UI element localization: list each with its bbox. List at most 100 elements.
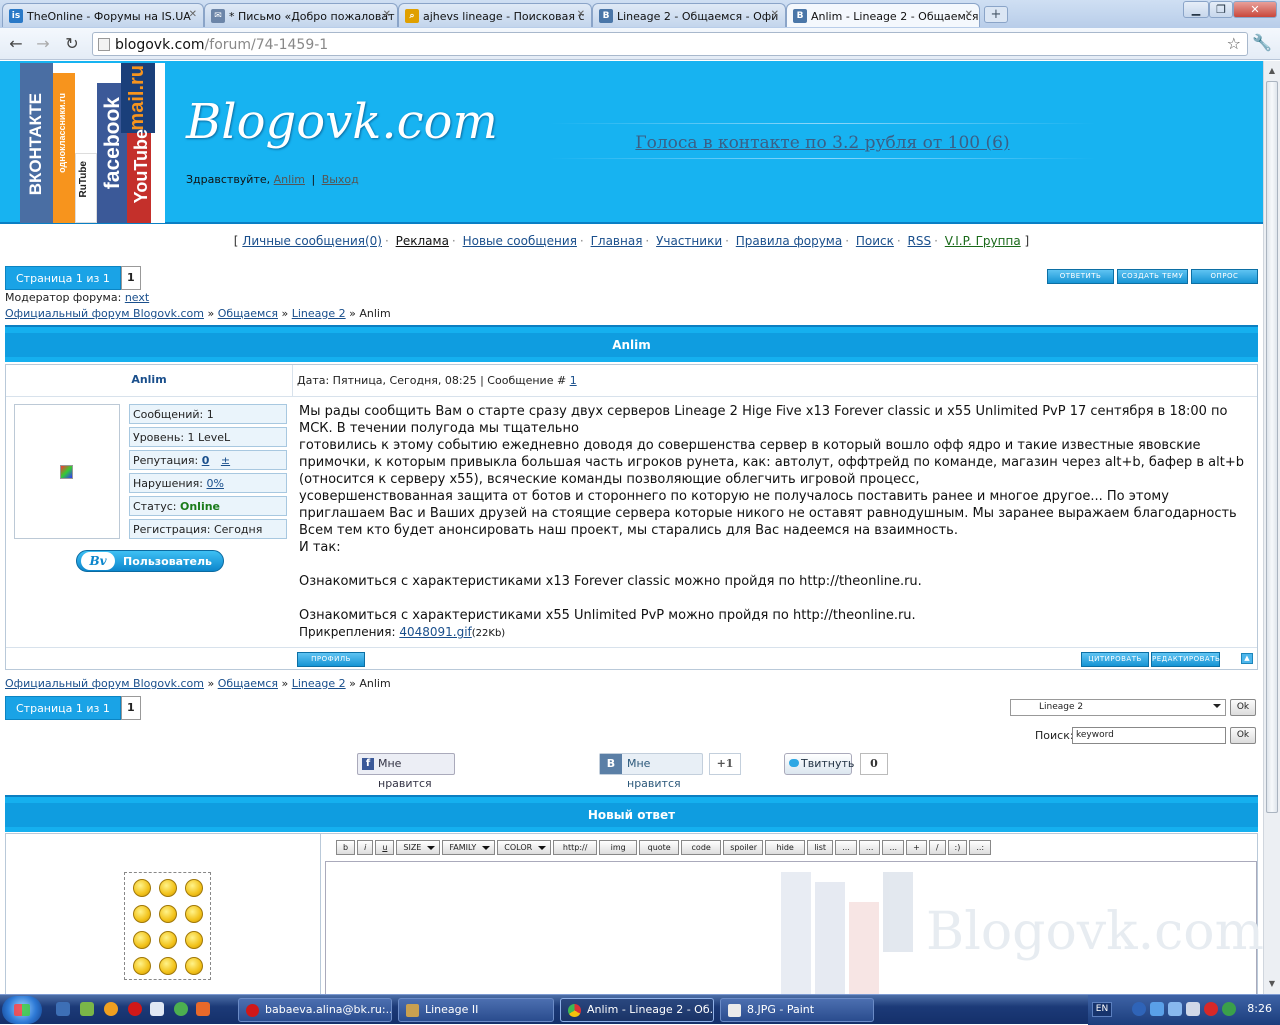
breadcrumb-forum[interactable]: Официальный форум Blogovk.com bbox=[5, 307, 204, 320]
quote-tag-button[interactable]: quote bbox=[639, 840, 680, 855]
moderator-link[interactable]: next bbox=[125, 291, 149, 304]
close-tab-icon[interactable]: ✕ bbox=[189, 9, 197, 20]
ad-banner-link[interactable]: Голоса в контакте по 3.2 рубля от 100 (6… bbox=[635, 133, 1009, 153]
tray-icon[interactable] bbox=[1222, 1002, 1236, 1016]
spoiler-button[interactable]: spoiler bbox=[723, 840, 764, 855]
breadcrumb-subforum[interactable]: Lineage 2 bbox=[292, 677, 346, 690]
search-ok-button[interactable]: Ok bbox=[1230, 727, 1256, 744]
quicklaunch-icon[interactable] bbox=[56, 1002, 70, 1016]
post-author[interactable]: Anlim bbox=[6, 365, 293, 397]
forward-icon[interactable]: → bbox=[32, 33, 54, 55]
back-icon[interactable]: ← bbox=[5, 33, 27, 55]
quicklaunch-icon[interactable] bbox=[104, 1002, 118, 1016]
wrench-icon[interactable]: 🔧 bbox=[1252, 33, 1272, 52]
profile-button[interactable]: ПРОФИЛЬ bbox=[297, 652, 365, 667]
underline-button[interactable]: u bbox=[375, 840, 395, 855]
breadcrumb-forum[interactable]: Официальный форум Blogovk.com bbox=[5, 677, 204, 690]
minimize-button[interactable]: ▁ bbox=[1183, 1, 1209, 18]
tweet-button[interactable]: Твитнуть bbox=[784, 753, 854, 775]
attachment-link[interactable]: 4048091.gif bbox=[399, 625, 471, 639]
nav-rules[interactable]: Правила форума bbox=[736, 234, 842, 248]
task-opera-mail[interactable]: babaeva.alina@bk.ru:... bbox=[238, 998, 392, 1022]
nav-vip-group[interactable]: V.I.P. Группа bbox=[945, 234, 1021, 248]
misc-button[interactable]: ..: bbox=[969, 840, 992, 855]
address-bar[interactable]: blogovk.com/forum/74-1459-1 ☆ bbox=[92, 32, 1248, 56]
reload-icon[interactable]: ↻ bbox=[61, 33, 83, 55]
more-button[interactable]: ... bbox=[835, 840, 857, 855]
reply-button[interactable]: ОТВЕТИТЬ bbox=[1047, 269, 1114, 284]
more-button[interactable]: ... bbox=[858, 840, 881, 855]
language-indicator[interactable]: EN bbox=[1092, 1002, 1112, 1017]
scroll-to-top-icon[interactable]: ▲ bbox=[1241, 653, 1253, 664]
hide-button[interactable]: hide bbox=[765, 840, 806, 855]
color-dropdown[interactable]: COLOR bbox=[497, 840, 552, 855]
poll-button[interactable]: ОПРОС bbox=[1191, 269, 1258, 284]
violations-link[interactable]: 0% bbox=[207, 477, 224, 490]
nav-home[interactable]: Главная bbox=[591, 234, 643, 248]
tab-anlim[interactable]: В Anlim - Lineage 2 - Общаемся ✕ bbox=[786, 3, 980, 27]
quicklaunch-icon[interactable] bbox=[80, 1002, 94, 1016]
breadcrumb-category[interactable]: Общаемся bbox=[218, 307, 278, 320]
plus-button[interactable]: + bbox=[906, 840, 927, 855]
nav-ads[interactable]: Реклама bbox=[396, 234, 449, 248]
scroll-down-icon[interactable]: ▼ bbox=[1266, 977, 1278, 991]
nav-members[interactable]: Участники bbox=[656, 234, 722, 248]
page-1-link[interactable]: 1 bbox=[120, 696, 141, 720]
nav-search[interactable]: Поиск bbox=[856, 234, 894, 248]
tab-lineage[interactable]: В Lineage 2 - Общаемся - Офи ✕ bbox=[592, 3, 786, 27]
tab-theonline[interactable]: is TheOnline - Форумы на IS.UA ✕ bbox=[2, 3, 204, 27]
page-1-link[interactable]: 1 bbox=[120, 266, 141, 290]
crazy-smiley-icon[interactable] bbox=[159, 957, 177, 975]
message-textarea[interactable]: Blogovk.com bbox=[325, 861, 1263, 994]
tray-icon[interactable] bbox=[1204, 1002, 1218, 1016]
new-topic-button[interactable]: СОЗДАТЬ ТЕМУ bbox=[1117, 269, 1188, 284]
quicklaunch-icon[interactable] bbox=[150, 1002, 164, 1016]
edit-button[interactable]: РЕДАКТИРОВАТЬ bbox=[1151, 652, 1220, 667]
close-tab-icon[interactable]: ✕ bbox=[771, 9, 779, 20]
reputation-change-link[interactable]: ± bbox=[221, 454, 230, 467]
size-dropdown[interactable]: SIZE bbox=[396, 840, 441, 855]
maximize-button[interactable]: ❐ bbox=[1209, 1, 1233, 18]
logout-link[interactable]: Выход bbox=[322, 173, 359, 186]
scroll-up-icon[interactable]: ▲ bbox=[1266, 64, 1278, 78]
opera-icon[interactable] bbox=[128, 1002, 142, 1016]
task-chrome[interactable]: Anlim - Lineage 2 - Об... bbox=[560, 998, 714, 1022]
laugh-smiley-icon[interactable] bbox=[159, 879, 177, 897]
scared-smiley-icon[interactable] bbox=[185, 931, 203, 949]
angry-smiley-icon[interactable] bbox=[133, 879, 151, 897]
tray-icon[interactable] bbox=[1132, 1002, 1146, 1016]
shocked-smiley-icon[interactable] bbox=[133, 905, 151, 923]
wink-smiley-icon[interactable] bbox=[159, 905, 177, 923]
volume-icon[interactable] bbox=[1186, 1002, 1200, 1016]
more-button[interactable]: ... bbox=[882, 840, 905, 855]
close-tab-icon[interactable]: ✕ bbox=[383, 9, 391, 20]
slash-button[interactable]: / bbox=[928, 840, 946, 855]
image-button[interactable]: img bbox=[599, 840, 638, 855]
quote-button[interactable]: ЦИТИРОВАТЬ bbox=[1081, 652, 1149, 667]
link-button[interactable]: http:// bbox=[553, 840, 598, 855]
network-icon[interactable] bbox=[1150, 1002, 1164, 1016]
tongue-smiley-icon[interactable] bbox=[133, 957, 151, 975]
task-lineage[interactable]: Lineage II bbox=[398, 998, 554, 1022]
list-button[interactable]: list bbox=[807, 840, 834, 855]
utorrent-icon[interactable] bbox=[174, 1002, 188, 1016]
post-number-link[interactable]: 1 bbox=[570, 374, 577, 387]
bold-button[interactable]: b bbox=[336, 840, 356, 855]
new-tab-button[interactable]: + bbox=[984, 6, 1008, 23]
close-tab-icon[interactable]: ✕ bbox=[577, 9, 585, 20]
user-profile-link[interactable]: Anlim bbox=[274, 173, 305, 186]
font-family-dropdown[interactable]: FAMILY bbox=[442, 840, 496, 855]
page-scrollbar[interactable]: ▲ ▼ bbox=[1263, 61, 1280, 994]
nav-rss[interactable]: RSS bbox=[908, 234, 932, 248]
search-input[interactable]: keyword bbox=[1072, 727, 1226, 744]
smile-smiley-icon[interactable] bbox=[185, 905, 203, 923]
close-tab-icon[interactable]: ✕ bbox=[965, 9, 973, 20]
facebook-like-button[interactable]: f Мне нравится bbox=[357, 753, 455, 790]
sad-smiley-icon[interactable] bbox=[185, 957, 203, 975]
forum-jump-select[interactable]: Lineage 2 bbox=[1010, 699, 1226, 716]
start-button[interactable] bbox=[2, 996, 42, 1024]
tab-mail[interactable]: ✉ * Письмо «Добро пожаловат ✕ bbox=[204, 3, 398, 27]
quicklaunch-icon[interactable] bbox=[196, 1002, 210, 1016]
surprised-smiley-icon[interactable] bbox=[133, 931, 151, 949]
nav-new-messages[interactable]: Новые сообщения bbox=[463, 234, 577, 248]
